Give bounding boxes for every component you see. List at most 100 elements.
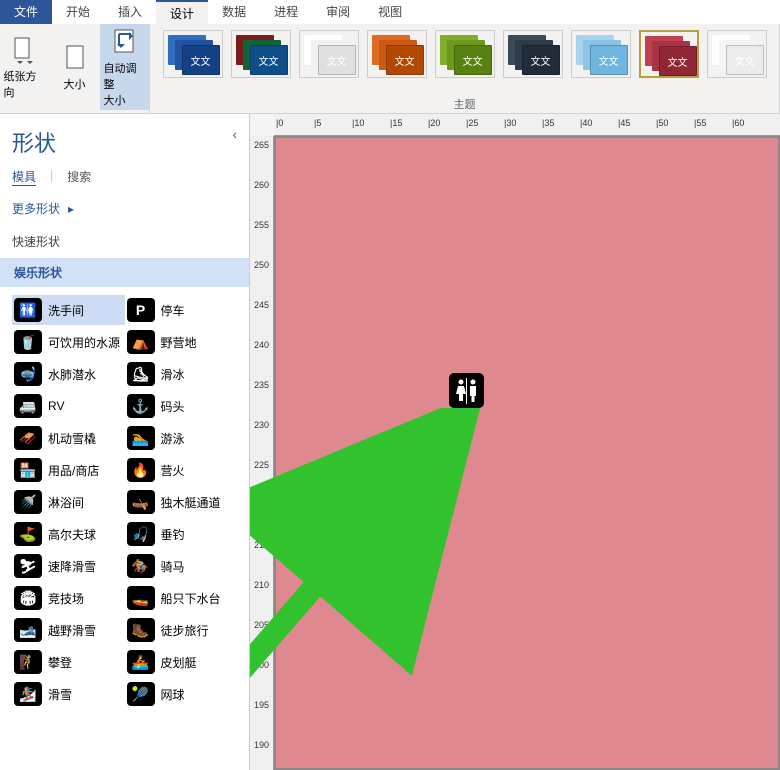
autofit-button[interactable]: 自动调整 大小 [100,24,150,110]
shape-item-5[interactable]: ⛸ 滑冰 [125,359,238,389]
shapes-panel-title: 形状 [12,131,56,156]
shape-item-7[interactable]: ⚓ 码头 [125,391,238,421]
more-shapes-button[interactable]: 更多形状 ▸ [0,192,249,225]
shape-label: 垂钓 [161,526,185,543]
workspace: 形状 ‹ 模具|搜索 更多形状 ▸ 快速形状 娱乐形状 🚻洗手间P停车🥤可饮用的… [0,114,780,770]
ribbon-tab-5[interactable]: 进程 [260,0,312,24]
shape-label: 网球 [161,686,185,703]
shape-item-12[interactable]: 🚿淋浴间 [12,487,125,517]
shape-item-22[interactable]: 🧗 攀登 [12,647,125,677]
shape-label: 滑雪 [48,686,72,703]
shape-icon: ⛳ [14,522,42,546]
shape-label: 越野滑雪 [48,622,96,639]
shape-item-0[interactable]: 🚻洗手间 [12,295,125,325]
ribbon-tab-1[interactable]: 开始 [52,0,104,24]
shape-icon: P [127,298,155,322]
shape-item-9[interactable]: 🏊 游泳 [125,423,238,453]
shape-item-24[interactable]: 🏂滑雪 [12,679,125,709]
shape-label: 可饮用的水源 [48,334,120,351]
ribbon-tab-0[interactable]: 文件 [0,0,52,24]
shape-label: 高尔夫球 [48,526,96,543]
collapse-panel-button[interactable]: ‹ [232,126,237,142]
shape-label: 机动雪橇 [48,430,96,447]
shape-label: 徒步旅行 [161,622,209,639]
shape-item-19[interactable]: 🚤船只下水台 [125,583,238,613]
annotation-arrow [250,408,486,768]
shape-item-16[interactable]: ⛷速降滑雪 [12,551,125,581]
page-setup-group: 纸张方向 大小 自动调整 大小 页面设置 [0,24,150,113]
shape-label: 皮划艇 [161,654,197,671]
shape-icon: 🎣 [127,522,155,546]
ribbon-tabs: 文件开始插入设计数据进程审阅视图 [0,0,780,24]
autofit-label: 自动调整 大小 [104,60,146,108]
canvas-area: |0|5|10|15|20|25|30|35|40|45|50|55|60 26… [250,114,780,770]
shape-item-10[interactable]: 🏪用品/商店 [12,455,125,485]
shape-item-8[interactable]: 🛷机动雪橇 [12,423,125,453]
shape-icon: 🚤 [127,586,155,610]
shape-item-15[interactable]: 🎣 垂钓 [125,519,238,549]
shape-label: 营火 [161,462,185,479]
shape-icon: ⚓ [127,394,155,418]
theme-thumb-2[interactable]: 文文 [299,30,359,78]
ribbon-tab-3[interactable]: 设计 [156,0,208,24]
shapes-subtab-1[interactable]: 搜索 [67,168,91,186]
shape-item-4[interactable]: 🤿水肺潜水 [12,359,125,389]
size-button[interactable]: 大小 [50,24,100,110]
shape-label: 骑马 [161,558,185,575]
theme-thumb-4[interactable]: 文文 [435,30,495,78]
shape-label: 洗手间 [48,302,84,319]
shapes-panel: 形状 ‹ 模具|搜索 更多形状 ▸ 快速形状 娱乐形状 🚻洗手间P停车🥤可饮用的… [0,114,250,770]
shape-item-25[interactable]: 🎾网球 [125,679,238,709]
shape-item-21[interactable]: 🥾徒步旅行 [125,615,238,645]
orientation-label: 纸张方向 [4,68,46,100]
shape-icon: ⛸ [127,362,155,386]
theme-thumb-5[interactable]: 文文 [503,30,563,78]
shape-label: 攀登 [48,654,72,671]
shapes-panel-header: 形状 ‹ [0,114,249,162]
ribbon-tab-2[interactable]: 插入 [104,0,156,24]
shapes-panel-subtabs: 模具|搜索 [0,162,249,192]
shape-label: 野营地 [161,334,197,351]
shape-item-11[interactable]: 🔥营火 [125,455,238,485]
shape-item-13[interactable]: 🛶独木艇通道 [125,487,238,517]
theme-thumb-0[interactable]: 文文 [163,30,223,78]
shapes-category-active[interactable]: 娱乐形状 [0,258,249,287]
shape-item-23[interactable]: 🚣皮划艇 [125,647,238,677]
shape-label: 码头 [161,398,185,415]
themes-group-label: 主题 [150,95,779,113]
shape-label: 滑冰 [161,366,185,383]
theme-thumb-6[interactable]: 文文 [571,30,631,78]
shape-icon: 🧗 [14,650,42,674]
chevron-right-icon: ▸ [68,202,74,216]
shapes-subtab-0[interactable]: 模具 [12,168,36,186]
shape-icon: 🏊 [127,426,155,450]
shape-item-20[interactable]: 🎿 越野滑雪 [12,615,125,645]
shape-icon: 🛶 [127,490,155,514]
theme-thumb-1[interactable]: 文文 [231,30,291,78]
theme-thumb-3[interactable]: 文文 [367,30,427,78]
orientation-icon [9,34,41,66]
shape-item-2[interactable]: 🥤可饮用的水源 [12,327,125,357]
themes-group: 文文文文文文文文文文文文文文文文文文 主题 [150,24,780,113]
shape-icon: 🏟 [14,586,42,610]
canvas[interactable] [274,136,780,770]
restroom-icon [453,378,481,404]
shape-item-17[interactable]: 🏇 骑马 [125,551,238,581]
shape-icon: 🏇 [127,554,155,578]
shape-item-3[interactable]: ⛺野营地 [125,327,238,357]
orientation-button[interactable]: 纸张方向 [0,24,50,110]
theme-thumb-7[interactable]: 文文 [639,30,699,78]
shape-item-6[interactable]: 🚐RV [12,391,125,421]
ribbon-tab-6[interactable]: 审阅 [312,0,364,24]
canvas-shape-restroom[interactable] [449,373,484,408]
theme-thumb-8[interactable]: 文文 [707,30,767,78]
quick-shapes-button[interactable]: 快速形状 [0,225,249,258]
shape-label: 水肺潜水 [48,366,96,383]
shape-label: 游泳 [161,430,185,447]
shape-icon: 🎿 [14,618,42,642]
shape-item-1[interactable]: P停车 [125,295,238,325]
shape-item-18[interactable]: 🏟竞技场 [12,583,125,613]
ribbon-tab-4[interactable]: 数据 [208,0,260,24]
shape-item-14[interactable]: ⛳ 高尔夫球 [12,519,125,549]
ribbon-tab-7[interactable]: 视图 [364,0,416,24]
